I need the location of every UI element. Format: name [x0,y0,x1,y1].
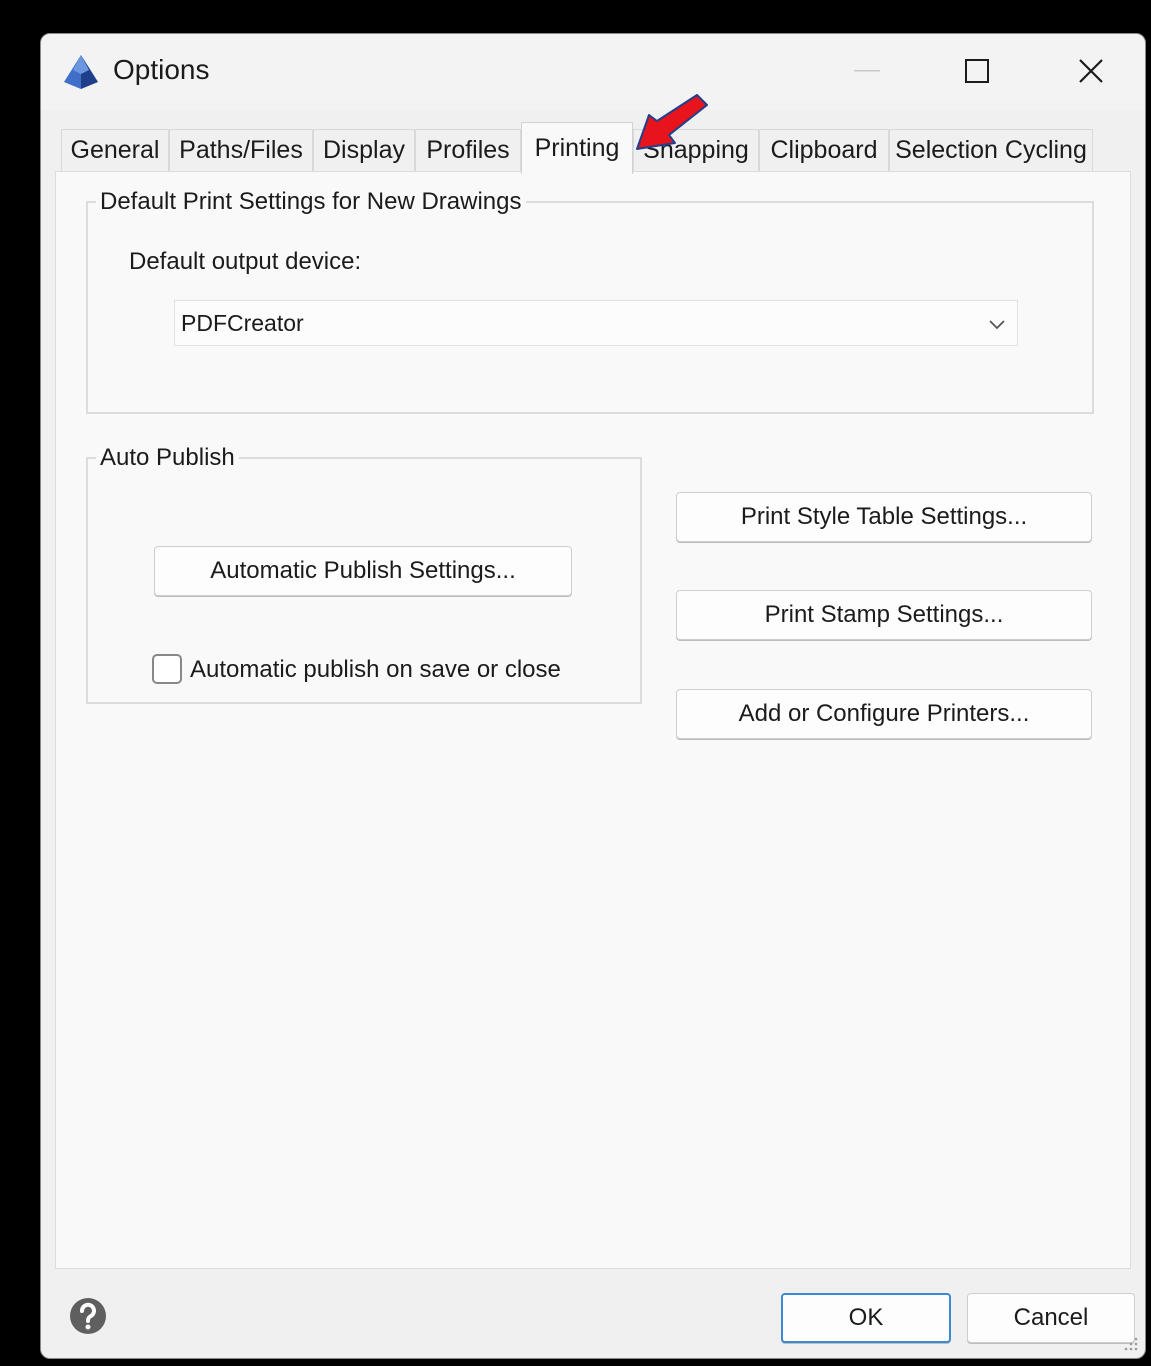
close-icon [1079,59,1103,83]
select-value: PDFCreator [181,310,304,336]
minimize-button[interactable] [837,48,897,94]
minimize-icon [854,70,880,72]
tab-printing[interactable]: Printing [521,122,633,174]
tab-selection-cycling[interactable]: Selection Cycling [889,129,1093,171]
tab-paths-files[interactable]: Paths/Files [169,129,313,171]
red-arrow-annotation [636,94,708,150]
maximize-icon [965,59,989,83]
cancel-button[interactable]: Cancel [967,1293,1135,1343]
window-title: Options [113,54,210,85]
group-title: Auto Publish [100,444,235,471]
title-bar: Options [41,34,1145,110]
add-configure-printers-button[interactable]: Add or Configure Printers... [676,689,1092,739]
group-title: Default Print Settings for New Drawings [100,188,522,215]
print-style-table-settings-button[interactable]: Print Style Table Settings... [676,492,1092,542]
printing-tab-panel: Default Print Settings for New Drawings … [55,171,1131,1269]
close-button[interactable] [1061,48,1121,94]
maximize-button[interactable] [947,48,1007,94]
auto-publish-checkbox-label: Automatic publish on save or close [190,656,561,683]
automatic-publish-settings-button[interactable]: Automatic Publish Settings... [154,546,572,596]
ok-button[interactable]: OK [781,1293,951,1343]
auto-publish-checkbox[interactable] [152,654,182,684]
tab-general[interactable]: General [61,129,169,171]
tab-clipboard[interactable]: Clipboard [759,129,889,171]
tab-display[interactable]: Display [313,129,415,171]
app-pyramid-icon [64,55,98,89]
default-output-device-select[interactable]: PDFCreator [174,300,1018,346]
options-dialog: Options General Paths/Files Display Prof… [40,33,1146,1359]
tab-profiles[interactable]: Profiles [415,129,521,171]
default-output-device-label: Default output device: [129,248,362,275]
resize-grip-icon[interactable] [1123,1336,1139,1352]
chevron-down-icon [989,320,1005,330]
help-icon[interactable] [68,1296,108,1336]
print-stamp-settings-button[interactable]: Print Stamp Settings... [676,590,1092,640]
